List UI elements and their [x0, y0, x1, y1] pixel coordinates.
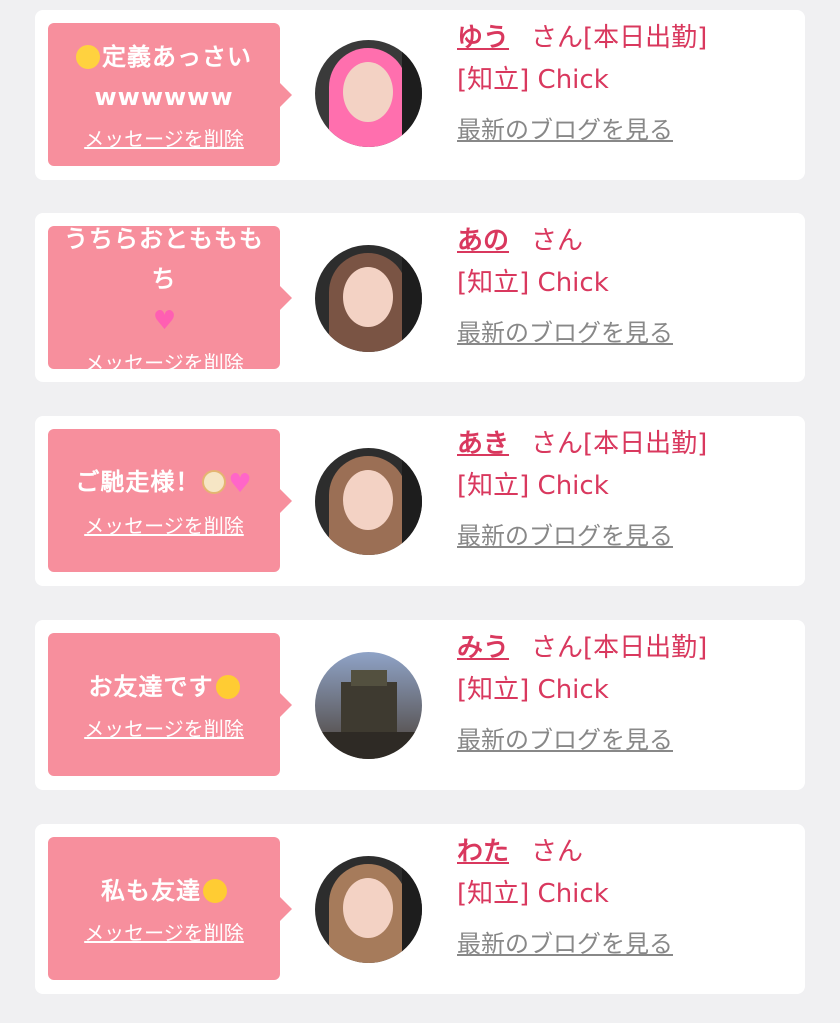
heart-emoji-icon: ♥: [152, 306, 178, 336]
message-bubble: 私も友達 メッセージを削除: [48, 837, 292, 980]
message-bubble: ご馳走様！ ♥ メッセージを削除: [48, 429, 292, 572]
message-card: ご馳走様！ ♥ メッセージを削除 あき さん[本日出勤] [知立] Chick 最新…: [35, 416, 805, 586]
avatar[interactable]: [315, 652, 422, 759]
avatar[interactable]: [315, 448, 422, 555]
cast-name-link[interactable]: わた: [457, 837, 509, 867]
cast-info: あの さん [知立] Chick 最新のブログを見る: [457, 221, 673, 353]
message-text: ご馳走様！ ♥: [75, 462, 252, 504]
working-today-badge: [本日出勤]: [583, 429, 708, 459]
message-body: 私も友達: [101, 877, 201, 905]
message-body: うちらおともももち: [64, 225, 264, 293]
cast-info: ゆう さん[本日出勤] [知立] Chick 最新のブログを見る: [457, 18, 707, 150]
message-bubble: 定義あっさい wwwwww メッセージを削除: [48, 23, 292, 166]
delete-message-link[interactable]: メッセージを削除: [84, 347, 244, 376]
message-text: 定義あっさい wwwwww: [56, 37, 272, 117]
message-body: お友達です: [88, 673, 214, 701]
yum-face-emoji-icon: [215, 675, 240, 699]
shop-label: [知立] Chick: [457, 65, 609, 95]
shop-label: [知立] Chick: [457, 879, 609, 909]
shop-label: [知立] Chick: [457, 471, 609, 501]
cast-info: わた さん [知立] Chick 最新のブログを見る: [457, 832, 673, 964]
cast-name-link[interactable]: あき: [457, 429, 509, 459]
message-list: 定義あっさい wwwwww メッセージを削除 ゆう さん[本日出勤] [知立] C…: [0, 0, 840, 1023]
working-today-badge: [本日出勤]: [583, 23, 708, 53]
shop-label: [知立] Chick: [457, 675, 609, 705]
message-text: うちらおともももち ♥: [56, 219, 272, 341]
message-card: 私も友達 メッセージを削除 わた さん [知立] Chick 最新のブログを見る: [35, 824, 805, 994]
sparkling-heart-emoji-icon: ♥: [228, 469, 253, 499]
cast-name-link[interactable]: ゆう: [457, 23, 509, 53]
cast-info: みう さん[本日出勤] [知立] Chick 最新のブログを見る: [457, 628, 707, 760]
ramen-emoji-icon: [202, 470, 227, 494]
honorific: さん: [531, 837, 584, 867]
honorific: さん: [531, 429, 584, 459]
latest-blog-link[interactable]: 最新のブログを見る: [457, 924, 673, 964]
latest-blog-link[interactable]: 最新のブログを見る: [457, 720, 707, 760]
chick-emoji-icon: [76, 45, 100, 69]
latest-blog-link[interactable]: 最新のブログを見る: [457, 313, 673, 353]
raised-eyebrow-emoji-icon: [203, 879, 227, 903]
latest-blog-link[interactable]: 最新のブログを見る: [457, 110, 707, 150]
delete-message-link[interactable]: メッセージを削除: [84, 510, 244, 539]
avatar[interactable]: [315, 245, 422, 352]
delete-message-link[interactable]: メッセージを削除: [84, 917, 244, 946]
message-text: 私も友達: [101, 871, 227, 911]
message-text: お友達です: [89, 667, 240, 707]
message-body: ご馳走様！: [75, 468, 201, 496]
working-today-badge: [本日出勤]: [583, 633, 708, 663]
delete-message-link[interactable]: メッセージを削除: [84, 123, 244, 152]
cast-name-link[interactable]: あの: [457, 226, 509, 256]
honorific: さん: [531, 23, 584, 53]
message-card: 定義あっさい wwwwww メッセージを削除 ゆう さん[本日出勤] [知立] C…: [35, 10, 805, 180]
delete-message-link[interactable]: メッセージを削除: [84, 713, 244, 742]
message-bubble: うちらおともももち ♥ メッセージを削除: [48, 225, 292, 375]
honorific: さん: [531, 633, 584, 663]
cast-info: あき さん[本日出勤] [知立] Chick 最新のブログを見る: [457, 424, 707, 556]
message-body: 定義あっさい wwwwww: [94, 43, 252, 111]
avatar[interactable]: [315, 40, 422, 147]
latest-blog-link[interactable]: 最新のブログを見る: [457, 516, 707, 556]
message-card: お友達です メッセージを削除 みう さん[本日出勤] [知立] Chick 最新の…: [35, 620, 805, 790]
message-card: うちらおともももち ♥ メッセージを削除 あの さん [知立] Chick 最新の…: [35, 213, 805, 382]
cast-name-link[interactable]: みう: [457, 633, 509, 663]
message-bubble: お友達です メッセージを削除: [48, 633, 292, 776]
avatar[interactable]: [315, 856, 422, 963]
shop-label: [知立] Chick: [457, 268, 609, 298]
honorific: さん: [531, 226, 584, 256]
